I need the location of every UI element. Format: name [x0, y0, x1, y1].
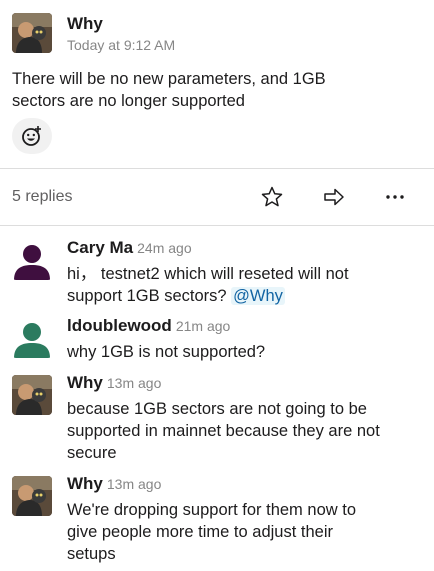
reply-text-line: supported in mainnet because they are no… — [67, 422, 380, 440]
divider — [0, 168, 434, 169]
author-name[interactable]: Why — [67, 474, 103, 493]
reply-item: Cary Ma 24m ago hi， testnet2 which will r… — [0, 238, 434, 308]
reply-text-segment: support 1GB sectors? — [67, 287, 232, 305]
reply-text: because 1GB sectors are not going to be … — [67, 398, 380, 464]
message-text-line: There will be no new parameters, and 1GB — [12, 70, 326, 88]
avatar[interactable] — [12, 476, 52, 516]
author-name[interactable]: Why — [67, 373, 103, 392]
star-button[interactable] — [257, 183, 287, 211]
share-icon — [324, 188, 344, 206]
reply-header: Cary Ma 24m ago — [67, 238, 192, 258]
reply-text: hi， testnet2 which will reseted will not… — [67, 263, 349, 307]
reply-text: We're dropping support for them now to g… — [67, 499, 356, 565]
reply-text-line: setups — [67, 545, 116, 563]
avatar[interactable] — [12, 318, 52, 358]
reply-timestamp[interactable]: 21m ago — [176, 318, 230, 334]
reply-timestamp[interactable]: 13m ago — [107, 375, 161, 391]
avatar[interactable] — [12, 240, 52, 280]
reply-text-line: We're dropping support for them now to — [67, 501, 356, 519]
avatar[interactable] — [12, 13, 52, 53]
more-actions-button[interactable] — [380, 183, 410, 211]
reply-text-line: why 1GB is not supported? — [67, 343, 266, 361]
author-name[interactable]: Why — [67, 14, 103, 34]
avatar[interactable] — [12, 375, 52, 415]
message-text: There will be no new parameters, and 1GB… — [12, 68, 326, 112]
reply-item: ldoublewood 21m ago why 1GB is not suppor… — [0, 316, 434, 364]
reply-header: Why 13m ago — [67, 474, 161, 494]
message-text-line: sectors are no longer supported — [12, 92, 245, 110]
reply-header: Why 13m ago — [67, 373, 161, 393]
divider — [0, 225, 434, 226]
reply-timestamp[interactable]: 24m ago — [137, 240, 191, 256]
author-name[interactable]: ldoublewood — [67, 316, 172, 335]
add-reaction-button[interactable] — [12, 118, 52, 154]
share-button[interactable] — [319, 183, 349, 211]
reply-text-line: support 1GB sectors? @Why — [67, 285, 349, 307]
add-reaction-icon — [22, 126, 41, 146]
reply-text-line: because 1GB sectors are not going to be — [67, 400, 367, 418]
reply-header: ldoublewood 21m ago — [67, 316, 230, 336]
reply-text: why 1GB is not supported? — [67, 341, 265, 363]
reply-text-line: hi， testnet2 which will reseted will not — [67, 265, 349, 283]
reply-text-line: secure — [67, 444, 117, 462]
reply-item: Why 13m ago We're dropping support for th… — [0, 474, 434, 566]
replies-count: 5 replies — [12, 188, 73, 205]
user-mention[interactable]: @Why — [231, 287, 285, 305]
reply-timestamp[interactable]: 13m ago — [107, 476, 161, 492]
more-icon — [386, 195, 404, 199]
star-icon — [261, 186, 283, 207]
message-timestamp[interactable]: Today at 9:12 AM — [67, 36, 175, 54]
reply-text-line: give people more time to adjust their — [67, 523, 333, 541]
author-name[interactable]: Cary Ma — [67, 238, 133, 257]
reply-item: Why 13m ago because 1GB sectors are not g… — [0, 373, 434, 465]
